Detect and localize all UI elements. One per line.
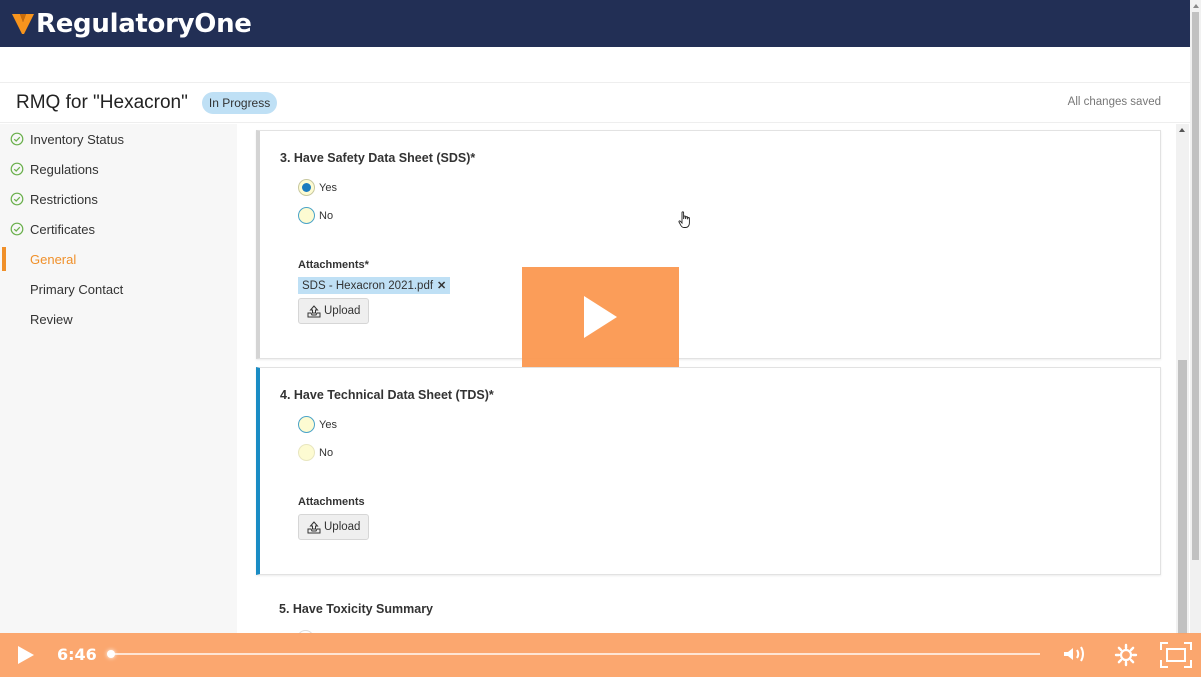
upload-icon — [307, 304, 321, 317]
question-card-tds: 4. Have Technical Data Sheet (TDS)* Yes … — [256, 367, 1161, 575]
attachment-chip[interactable]: SDS - Hexacron 2021.pdf ✕ — [298, 277, 451, 294]
app-logo-text: RegulatoryOne — [36, 8, 252, 39]
sidebar-item-label: Certificates — [30, 221, 96, 237]
radio-button[interactable] — [298, 416, 315, 433]
radio-button[interactable] — [298, 444, 315, 461]
sidebar-item-label: General — [30, 251, 77, 267]
sidebar-item-label: Inventory Status — [30, 131, 124, 147]
sidebar-item-restrictions[interactable]: Restrictions — [0, 184, 237, 214]
upload-label: Upload — [324, 305, 361, 317]
radio-button[interactable] — [298, 207, 315, 224]
sidebar-item-inventory-status[interactable]: Inventory Status — [0, 124, 237, 154]
sidebar: Inventory Status Regulations Restriction… — [0, 124, 237, 634]
sidebar-item-primary-contact[interactable]: Primary Contact — [0, 274, 237, 304]
video-progress-track[interactable] — [110, 653, 1040, 655]
check-circle-icon — [10, 132, 24, 146]
sidebar-item-certificates[interactable]: Certificates — [0, 214, 237, 244]
page-title: RMQ for "Hexacron" — [16, 91, 188, 113]
radio-label: Yes — [319, 418, 337, 431]
sidebar-item-label: Regulations — [30, 161, 99, 177]
close-icon[interactable]: ✕ — [437, 279, 446, 292]
scrollbar-thumb[interactable] — [1192, 12, 1199, 560]
page-scrollbar[interactable] — [1190, 0, 1201, 677]
attachment-name: SDS - Hexacron 2021.pdf — [302, 279, 434, 292]
video-progress-handle[interactable] — [107, 650, 115, 658]
play-icon[interactable] — [17, 645, 35, 665]
sidebar-item-regulations[interactable]: Regulations — [0, 154, 237, 184]
gear-icon[interactable] — [1114, 643, 1138, 667]
radio-label: Yes — [319, 181, 337, 194]
sidebar-item-review[interactable]: Review — [0, 304, 237, 334]
question-title: 3. Have Safety Data Sheet (SDS)* — [280, 151, 476, 165]
play-icon — [583, 296, 617, 338]
radio-label: No — [319, 209, 334, 222]
attachments-label: Attachments — [298, 496, 365, 508]
radio-option-no[interactable]: No — [298, 207, 333, 224]
sub-header — [0, 47, 1190, 83]
scroll-up-arrow-icon[interactable] — [1179, 128, 1185, 132]
question-title: 4. Have Technical Data Sheet (TDS)* — [280, 388, 494, 402]
video-play-button[interactable] — [522, 267, 679, 367]
question-card-sds: 3. Have Safety Data Sheet (SDS)* Yes No … — [256, 130, 1161, 359]
fullscreen-icon[interactable] — [1160, 642, 1192, 668]
upload-button[interactable]: Upload — [298, 514, 370, 540]
save-status: All changes saved — [1067, 96, 1161, 108]
video-current-time: 6:46 — [57, 645, 97, 664]
video-control-bar: 6:46 — [0, 633, 1201, 677]
check-circle-icon — [10, 192, 24, 206]
scrollbar-thumb[interactable] — [1178, 360, 1187, 634]
volume-icon[interactable] — [1062, 644, 1090, 664]
radio-option-no[interactable]: No — [298, 444, 333, 461]
check-circle-icon — [10, 162, 24, 176]
status-badge: In Progress — [201, 91, 278, 114]
app-header: RegulatoryOne — [0, 0, 1190, 47]
scroll-up-arrow-icon[interactable] — [1193, 4, 1199, 8]
title-bar: RMQ for "Hexacron" In Progress All chang… — [0, 83, 1190, 123]
sidebar-item-label: Primary Contact — [30, 281, 124, 297]
radio-option-yes[interactable]: Yes — [298, 179, 337, 196]
check-circle-icon — [10, 222, 24, 236]
screen: RegulatoryOne RMQ for "Hexacron" In Prog… — [0, 0, 1201, 677]
content-scrollbar[interactable] — [1176, 124, 1189, 634]
sidebar-item-general[interactable]: General — [0, 244, 237, 274]
radio-button[interactable] — [298, 179, 315, 196]
sidebar-item-label: Review — [30, 311, 73, 327]
question-title-toxicity: 5. Have Toxicity Summary — [279, 602, 434, 616]
upload-icon — [307, 520, 321, 533]
radio-label: No — [319, 446, 334, 459]
upload-button[interactable]: Upload — [298, 298, 370, 324]
attachments-label: Attachments* — [298, 259, 369, 271]
hand-cursor-icon — [678, 211, 690, 228]
veeva-logo-icon — [12, 13, 34, 34]
radio-option-yes[interactable]: Yes — [298, 416, 337, 433]
upload-label: Upload — [324, 521, 361, 533]
sidebar-item-label: Restrictions — [30, 191, 98, 207]
main-content: 3. Have Safety Data Sheet (SDS)* Yes No … — [237, 124, 1174, 634]
